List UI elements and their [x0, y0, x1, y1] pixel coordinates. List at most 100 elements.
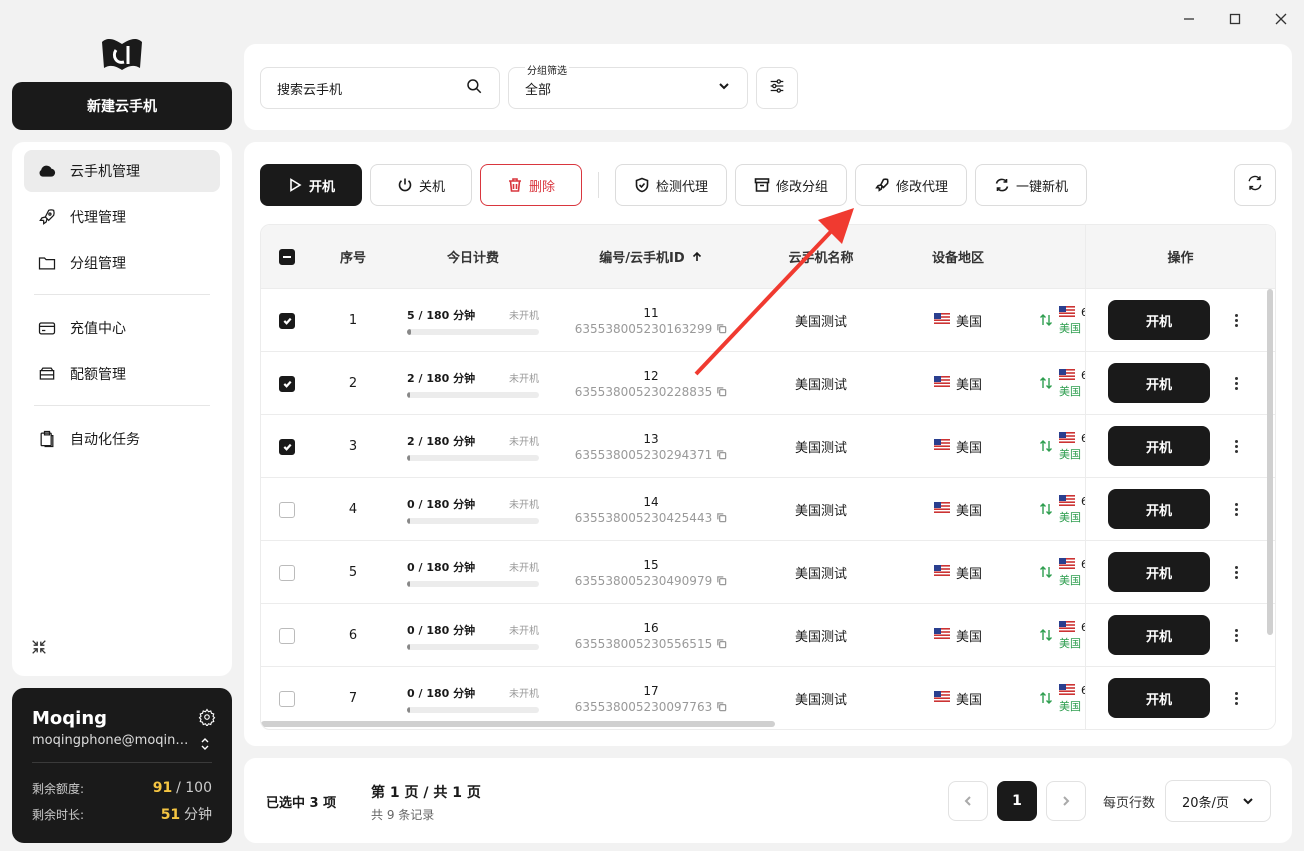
gear-icon[interactable]	[198, 708, 216, 728]
row-region: 美国	[893, 541, 1023, 604]
new-cloud-phone-button[interactable]: 新建云手机	[12, 82, 232, 130]
action-row: 开机	[1086, 351, 1275, 414]
sidebar-item-label: 代理管理	[70, 210, 126, 226]
next-page-button[interactable]	[1046, 781, 1086, 821]
fee-usage: 5 / 180 分钟	[407, 308, 476, 322]
sidebar-item-proxy[interactable]: 代理管理	[24, 196, 220, 238]
clipboard-icon	[36, 428, 58, 450]
row-power-on-button[interactable]: 开机	[1108, 552, 1210, 592]
close-icon[interactable]	[1258, 8, 1304, 30]
header-fee[interactable]: 今日计费	[393, 247, 553, 266]
row-power-on-button[interactable]: 开机	[1108, 678, 1210, 718]
us-flag-icon	[1059, 305, 1081, 320]
row-proxy: 6 美国	[1039, 541, 1087, 604]
delete-button[interactable]: 删除	[480, 164, 582, 206]
row-checkbox[interactable]	[261, 415, 313, 478]
phone-number: 12	[643, 368, 659, 383]
user-email[interactable]: moqingphone@moqing....	[32, 733, 194, 748]
action-row: 开机	[1086, 666, 1275, 729]
row-power-on-button[interactable]: 开机	[1108, 363, 1210, 403]
search-icon[interactable]	[465, 77, 483, 99]
power-status: 未开机	[509, 310, 539, 322]
copy-icon[interactable]	[716, 323, 727, 334]
filter-settings-button[interactable]	[756, 67, 798, 109]
action-row: 开机	[1086, 603, 1275, 666]
row-proxy: 6 美国	[1039, 289, 1087, 352]
header-id[interactable]: 编号/云手机ID	[553, 247, 749, 266]
copy-icon[interactable]	[716, 386, 727, 397]
power-on-button[interactable]: 开机	[260, 164, 362, 206]
copy-icon[interactable]	[716, 449, 727, 460]
swap-arrows-icon	[1039, 376, 1053, 392]
row-name: 美国测试	[794, 378, 847, 393]
sidebar-item-group[interactable]: 分组管理	[24, 242, 220, 284]
sidebar-item-cloud-phone[interactable]: 云手机管理	[24, 150, 220, 192]
phone-number: 15	[643, 557, 659, 572]
prev-page-button[interactable]	[948, 781, 988, 821]
power-on-label: 开机	[308, 179, 335, 195]
copy-icon[interactable]	[716, 512, 727, 523]
edit-group-button[interactable]: 修改分组	[735, 164, 847, 206]
power-off-button[interactable]: 关机	[370, 164, 472, 206]
power-status: 未开机	[509, 373, 539, 385]
us-flag-icon	[933, 628, 956, 643]
edit-proxy-label: 修改代理	[895, 179, 948, 195]
horizontal-scrollbar[interactable]	[261, 721, 775, 727]
select-all-checkbox[interactable]	[261, 248, 313, 265]
edit-proxy-button[interactable]: 修改代理	[855, 164, 967, 206]
header-region[interactable]: 设备地区	[893, 247, 1023, 266]
swap-arrows-icon	[1039, 313, 1053, 329]
minimize-icon[interactable]	[1166, 8, 1212, 30]
sidebar-item-automation[interactable]: 自动化任务	[24, 418, 220, 460]
sidebar-item-quota[interactable]: 配额管理	[24, 353, 220, 395]
fee-usage: 0 / 180 分钟	[407, 686, 476, 700]
power-status: 未开机	[509, 562, 539, 574]
collapse-icon[interactable]	[30, 638, 50, 658]
more-options-icon[interactable]	[1230, 499, 1242, 519]
row-checkbox[interactable]	[261, 604, 313, 667]
row-power-on-button[interactable]: 开机	[1108, 426, 1210, 466]
more-options-icon[interactable]	[1230, 373, 1242, 393]
header-name[interactable]: 云手机名称	[749, 247, 893, 266]
one-click-new-button[interactable]: 一键新机	[975, 164, 1087, 206]
row-checkbox[interactable]	[261, 541, 313, 604]
page-info: 第 1 页 / 共 1 页 共 9 条记录	[371, 782, 481, 823]
check-proxy-button[interactable]: 检测代理	[615, 164, 727, 206]
row-checkbox[interactable]	[261, 289, 313, 352]
us-flag-icon	[933, 376, 956, 391]
fee-progress-bar	[407, 580, 539, 587]
copy-icon[interactable]	[716, 575, 727, 586]
row-id: 12 635538005230228835	[553, 352, 749, 415]
proxy-region: 美国	[1059, 636, 1081, 650]
more-options-icon[interactable]	[1230, 625, 1242, 645]
row-checkbox[interactable]	[261, 478, 313, 541]
row-checkbox[interactable]	[261, 352, 313, 415]
copy-icon[interactable]	[716, 701, 727, 712]
more-options-icon[interactable]	[1230, 436, 1242, 456]
rows-per-page-select[interactable]: 20条/页	[1165, 780, 1272, 822]
search-input[interactable]: 搜索云手机	[260, 67, 500, 109]
sidebar-item-recharge[interactable]: 充值中心	[24, 307, 220, 349]
chevron-updown-icon[interactable]	[200, 736, 210, 750]
row-id: 13 635538005230294371	[553, 415, 749, 478]
row-power-on-button[interactable]: 开机	[1108, 615, 1210, 655]
maximize-icon[interactable]	[1212, 8, 1258, 30]
more-options-icon[interactable]	[1230, 310, 1242, 330]
row-power-on-button[interactable]: 开机	[1108, 489, 1210, 529]
page-button-current[interactable]: 1	[997, 781, 1037, 821]
more-options-icon[interactable]	[1230, 688, 1242, 708]
power-status: 未开机	[509, 688, 539, 700]
power-status: 未开机	[509, 499, 539, 511]
row-region: 美国	[893, 352, 1023, 415]
vertical-scrollbar[interactable]	[1267, 289, 1273, 635]
group-filter-select[interactable]: 分组筛选 全部	[508, 62, 748, 109]
refresh-button[interactable]	[1234, 164, 1276, 206]
more-options-icon[interactable]	[1230, 562, 1242, 582]
copy-icon[interactable]	[716, 638, 727, 649]
row-index: 4	[348, 502, 358, 517]
rocket-icon	[36, 206, 58, 228]
row-power-on-button[interactable]: 开机	[1108, 300, 1210, 340]
header-index[interactable]: 序号	[313, 247, 393, 266]
check-proxy-label: 检测代理	[655, 179, 708, 195]
row-name: 美国测试	[794, 315, 847, 330]
